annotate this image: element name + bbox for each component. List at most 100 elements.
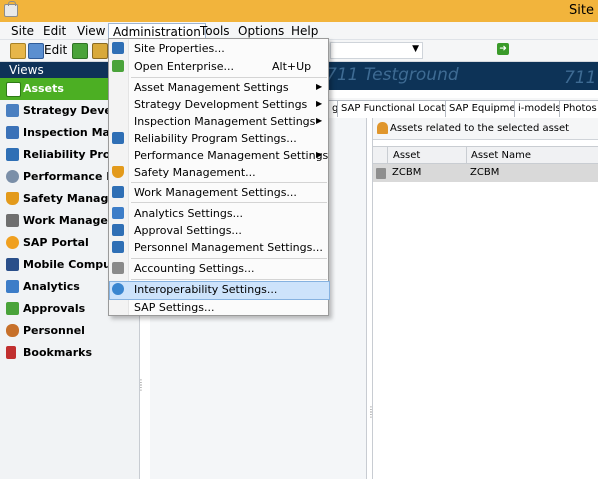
menu-item-label: Work Management Settings... [134,186,297,199]
menu-item-label: Reliability Program Settings... [134,132,297,145]
related-assets-title: Assets related to the selected asset [390,123,570,134]
reliability-settings-icon [112,132,124,144]
safety-management-icon [112,166,124,178]
menu-site[interactable]: Site [7,24,38,39]
edit-icon[interactable] [28,43,44,59]
bookmarks-icon [6,346,16,359]
menu-item-interoperability-settings[interactable]: Interoperability Settings... [109,281,330,300]
site-properties-icon [112,42,124,54]
menu-view[interactable]: View [73,24,109,39]
edit-button-label[interactable]: Edit [44,43,67,57]
menu-separator [131,182,327,183]
analytics-settings-icon [112,207,124,219]
menu-help[interactable]: Help [287,24,322,39]
tool-icon[interactable] [92,43,108,59]
refresh-icon[interactable] [72,43,88,59]
sidebar-item-label: Analytics [23,280,80,293]
menu-item-performance-management-settings[interactable]: Performance Management Settings ▶ [109,147,328,164]
menu-item-accounting-settings[interactable]: Accounting Settings... [109,260,328,277]
accounting-settings-icon [112,262,124,274]
inspection-icon [6,126,19,139]
assets-icon [6,82,21,97]
menu-tools[interactable]: Tools [196,24,234,39]
pane-resize-grip[interactable]: ⋮ ⋮ [367,406,375,423]
cell-asset-name: ZCBM [470,167,500,178]
menu-separator [131,279,327,280]
menu-separator [131,77,327,78]
performance-icon [6,170,19,183]
menu-item-label: Asset Management Settings [134,81,289,94]
menu-item-label: Strategy Development Settings [134,98,308,111]
interoperability-icon [112,283,124,295]
menu-item-label: Performance Management Settings [134,149,329,162]
sidebar-item-label: Personnel [23,324,85,337]
menu-item-safety-management[interactable]: Safety Management... [109,164,328,181]
menu-item-inspection-management-settings[interactable]: Inspection Management Settings ▶ [109,113,328,130]
chevron-down-icon[interactable]: ▼ [412,44,419,54]
tab-i-models[interactable]: i-models [514,100,565,117]
sidebar-item-personnel[interactable]: Personnel [0,320,140,342]
grid-header: Asset Asset Name [373,146,598,164]
menu-item-label: Analytics Settings... [134,207,244,220]
related-assets-pane: Assets related to the selected asset Ass… [372,118,598,479]
go-arrow-icon[interactable]: ➜ [497,43,509,55]
sidebar-resize-grip[interactable]: ⋮ ⋮ [137,379,145,396]
menu-item-label: Inspection Management Settings [134,115,316,128]
title-bar: Site [0,0,598,22]
administration-menu: Site Properties... Open Enterprise... Al… [108,38,330,316]
analytics-icon [6,280,19,293]
sap-portal-icon [6,236,19,249]
menu-item-asset-management-settings[interactable]: Asset Management Settings ▶ [109,79,328,96]
cell-asset: ZCBM [392,167,422,178]
menu-item-label: Personnel Management Settings... [134,241,323,254]
open-enterprise-icon [112,60,124,72]
menu-item-label: Site Properties... [134,42,225,55]
menu-item-strategy-development-settings[interactable]: Strategy Development Settings ▶ [109,96,328,113]
menu-item-shortcut: Alt+Up [272,60,312,73]
column-separator [466,147,467,164]
menu-separator [131,202,327,203]
personnel-settings-icon [112,241,124,253]
menu-item-site-properties[interactable]: Site Properties... [109,40,328,57]
menu-separator [131,258,327,259]
menu-item-label: SAP Settings... [134,301,215,314]
submenu-arrow-icon: ▶ [316,82,323,91]
submenu-arrow-icon: ▶ [316,99,323,108]
menu-item-analytics-settings[interactable]: Analytics Settings... [109,205,328,222]
safety-icon [6,192,19,205]
submenu-arrow-icon: ▶ [316,116,323,125]
menu-item-reliability-program-settings[interactable]: Reliability Program Settings... [109,130,328,147]
asset-row-icon [376,168,386,179]
tab-photos[interactable]: Photos [559,100,598,117]
reliability-icon [6,148,19,161]
column-header-asset-name[interactable]: Asset Name [471,150,531,161]
related-assets-header: Assets related to the selected asset [373,118,598,140]
window-title: Site [569,3,594,18]
open-folder-icon[interactable] [10,43,26,59]
submenu-arrow-icon: ▶ [316,150,323,159]
toolbar-combo[interactable]: ▼ [330,42,423,59]
menu-item-label: Open Enterprise... [134,60,234,73]
banner-watermark: 711 Testground [564,68,598,88]
table-row[interactable]: ZCBM ZCBM [373,164,598,182]
column-separator [387,147,388,164]
menu-item-open-enterprise[interactable]: Open Enterprise... Alt+Up [109,58,328,75]
strategy-icon [6,104,19,117]
sidebar-item-label: Assets [23,82,64,95]
menu-item-sap-settings[interactable]: SAP Settings... [109,299,328,316]
menu-options[interactable]: Options [234,24,288,39]
approvals-icon [6,302,19,315]
sidebar-item-bookmarks[interactable]: Bookmarks [0,342,140,364]
column-header-asset[interactable]: Asset [393,150,420,161]
approval-settings-icon [112,224,124,236]
menu-item-approval-settings[interactable]: Approval Settings... [109,222,328,239]
menu-item-label: Approval Settings... [134,224,242,237]
menu-item-label: Accounting Settings... [134,262,255,275]
person-icon [377,122,388,134]
menu-item-label: Interoperability Settings... [134,283,278,296]
sidebar-item-label: SAP Portal [23,236,89,249]
menu-item-personnel-management-settings[interactable]: Personnel Management Settings... [109,239,328,256]
menu-edit[interactable]: Edit [39,24,70,39]
menu-item-work-management-settings[interactable]: Work Management Settings... [109,184,328,201]
personnel-icon [6,324,19,337]
